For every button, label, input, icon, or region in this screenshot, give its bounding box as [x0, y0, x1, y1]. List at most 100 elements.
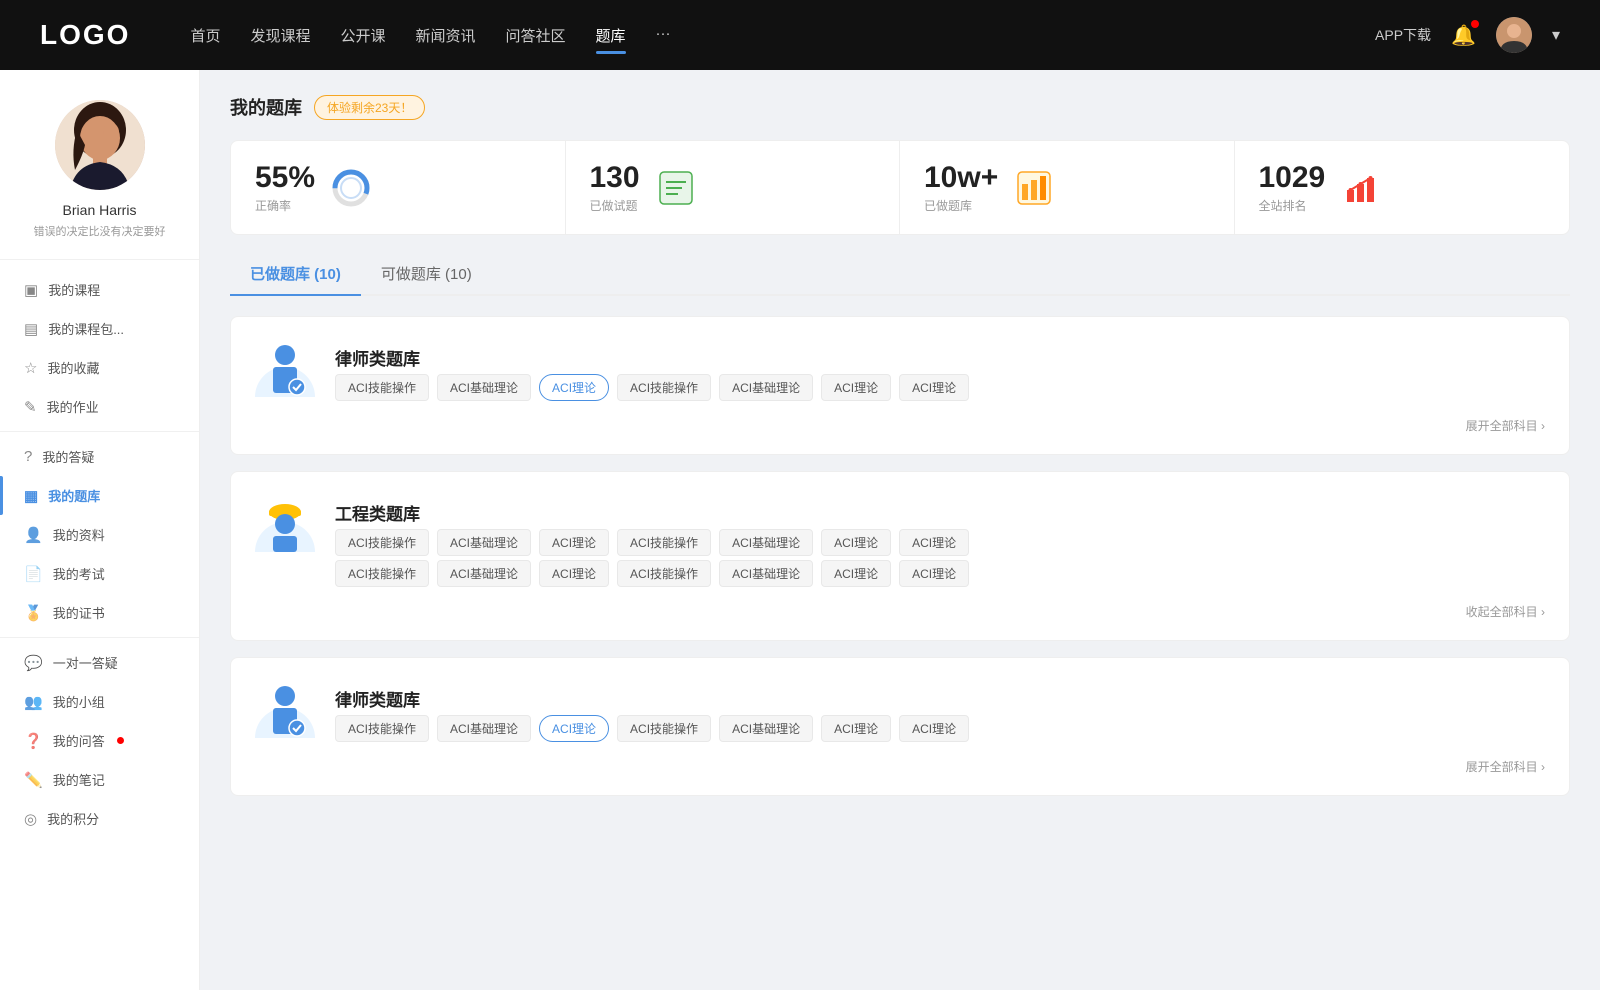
qbank-tags-1: ACI技能操作 ACI基础理论 ACI理论 ACI技能操作 ACI基础理论 AC…	[335, 374, 969, 401]
sidebar-item-my-notes[interactable]: ✏️ 我的笔记	[0, 760, 199, 799]
tag-2-r2-3[interactable]: ACI技能操作	[617, 560, 711, 587]
stat-accuracy-label: 正确率	[255, 197, 315, 214]
sidebar-item-my-group[interactable]: 👥 我的小组	[0, 682, 199, 721]
tag-2-r2-1[interactable]: ACI基础理论	[437, 560, 531, 587]
nav-right: APP下载 🔔 ▾	[1375, 17, 1560, 53]
rank-chart-icon	[1341, 168, 1381, 208]
tag-3-6[interactable]: ACI理论	[899, 715, 969, 742]
sidebar-item-my-questions[interactable]: ❓ 我的问答	[0, 721, 199, 760]
nav-news[interactable]: 新闻资讯	[416, 25, 476, 46]
sidebar-item-my-exam[interactable]: 📄 我的考试	[0, 554, 199, 593]
tag-2-r2-5[interactable]: ACI理论	[821, 560, 891, 587]
qbank-tags-2-row1: ACI技能操作 ACI基础理论 ACI理论 ACI技能操作 ACI基础理论 AC…	[335, 529, 969, 556]
page-title: 我的题库	[230, 94, 302, 120]
sidebar-item-my-points[interactable]: ◎ 我的积分	[0, 799, 199, 838]
nav-more[interactable]: ···	[656, 25, 671, 46]
tag-3-3[interactable]: ACI技能操作	[617, 715, 711, 742]
tag-2-4[interactable]: ACI基础理论	[719, 529, 813, 556]
sidebar-item-homework[interactable]: ✎ 我的作业	[0, 387, 199, 426]
course-pack-icon: ▤	[24, 320, 38, 338]
sidebar-label-my-qa: 我的答疑	[42, 447, 94, 466]
tab-done-banks[interactable]: 已做题库 (10)	[230, 255, 361, 294]
questions-icon: ❓	[24, 732, 43, 750]
tag-2-r2-2[interactable]: ACI理论	[539, 560, 609, 587]
nav-open-course[interactable]: 公开课	[340, 25, 385, 46]
expand-link-1[interactable]: 展开全部科目 ›	[255, 417, 1545, 434]
logo[interactable]: LOGO	[40, 19, 130, 51]
nav-qa[interactable]: 问答社区	[506, 25, 566, 46]
profile-name: Brian Harris	[63, 202, 137, 218]
lawyer-icon-1	[255, 337, 315, 397]
qbank-info-1: 律师类题库 ACI技能操作 ACI基础理论 ACI理论 ACI技能操作 ACI基…	[335, 337, 969, 401]
tag-1-0[interactable]: ACI技能操作	[335, 374, 429, 401]
user-menu-chevron-icon[interactable]: ▾	[1552, 25, 1560, 45]
sidebar: Brian Harris 错误的决定比没有决定要好 ▣ 我的课程 ▤ 我的课程包…	[0, 70, 200, 990]
profile-motto: 错误的决定比没有决定要好	[34, 223, 166, 239]
questions-red-dot	[117, 737, 124, 744]
stat-done-questions: 130 已做试题	[566, 141, 901, 234]
tag-2-r2-0[interactable]: ACI技能操作	[335, 560, 429, 587]
tag-2-6[interactable]: ACI理论	[899, 529, 969, 556]
tag-2-r2-4[interactable]: ACI基础理论	[719, 560, 813, 587]
sidebar-item-my-qa[interactable]: ? 我的答疑	[0, 437, 199, 476]
notification-bell-icon[interactable]: 🔔	[1451, 23, 1476, 48]
stat-accuracy: 55% 正确率	[231, 141, 566, 234]
tabs-row: 已做题库 (10) 可做题库 (10)	[230, 255, 1570, 296]
page-header: 我的题库 体验剩余23天！	[230, 94, 1570, 120]
qbank-header-1: 律师类题库 ACI技能操作 ACI基础理论 ACI理论 ACI技能操作 ACI基…	[255, 337, 1545, 401]
tag-3-5[interactable]: ACI理论	[821, 715, 891, 742]
sidebar-item-my-course[interactable]: ▣ 我的课程	[0, 270, 199, 309]
sidebar-label-my-exam: 我的考试	[53, 564, 105, 583]
tag-1-4[interactable]: ACI基础理论	[719, 374, 813, 401]
qbank-name-1: 律师类题库	[335, 345, 969, 370]
main-content: 我的题库 体验剩余23天！ 55% 正确率	[200, 70, 1600, 990]
sidebar-item-one-on-one[interactable]: 💬 一对一答疑	[0, 643, 199, 682]
nav-question-bank[interactable]: 题库	[596, 25, 626, 46]
sidebar-item-favorites[interactable]: ☆ 我的收藏	[0, 348, 199, 387]
qbank-card-engineer: 工程类题库 ACI技能操作 ACI基础理论 ACI理论 ACI技能操作 ACI基…	[230, 471, 1570, 641]
sidebar-item-my-question-bank[interactable]: ▦ 我的题库	[0, 476, 199, 515]
tag-3-0[interactable]: ACI技能操作	[335, 715, 429, 742]
avatar[interactable]	[1496, 17, 1532, 53]
tag-3-1[interactable]: ACI基础理论	[437, 715, 531, 742]
stat-accuracy-info: 55% 正确率	[255, 161, 315, 214]
expand-link-3[interactable]: 展开全部科目 ›	[255, 758, 1545, 775]
tag-2-r2-6[interactable]: ACI理论	[899, 560, 969, 587]
sidebar-label-course-pack: 我的课程包...	[48, 319, 124, 338]
nav-home[interactable]: 首页	[190, 25, 220, 46]
tag-2-2[interactable]: ACI理论	[539, 529, 609, 556]
tag-2-5[interactable]: ACI理论	[821, 529, 891, 556]
sidebar-label-my-questions: 我的问答	[53, 731, 105, 750]
certificate-icon: 🏅	[24, 604, 43, 622]
sidebar-item-my-profile[interactable]: 👤 我的资料	[0, 515, 199, 554]
nav-discover[interactable]: 发现课程	[250, 25, 310, 46]
tag-1-6[interactable]: ACI理论	[899, 374, 969, 401]
tab-todo-banks[interactable]: 可做题库 (10)	[361, 255, 492, 294]
profile-icon: 👤	[24, 526, 43, 544]
qa-icon: ?	[24, 448, 32, 465]
sidebar-item-course-pack[interactable]: ▤ 我的课程包...	[0, 309, 199, 348]
sidebar-item-my-certificate[interactable]: 🏅 我的证书	[0, 593, 199, 632]
sidebar-label-my-course: 我的课程	[48, 280, 100, 299]
tag-1-2[interactable]: ACI理论	[539, 374, 609, 401]
sidebar-label-my-notes: 我的笔记	[53, 770, 105, 789]
engineer-icon	[255, 492, 315, 552]
tag-3-2[interactable]: ACI理论	[539, 715, 609, 742]
tag-2-0[interactable]: ACI技能操作	[335, 529, 429, 556]
qbank-header-3: 律师类题库 ACI技能操作 ACI基础理论 ACI理论 ACI技能操作 ACI基…	[255, 678, 1545, 742]
sidebar-label-my-points: 我的积分	[47, 809, 99, 828]
exam-icon: 📄	[24, 565, 43, 583]
lawyer-icon-2	[255, 678, 315, 738]
tag-1-5[interactable]: ACI理论	[821, 374, 891, 401]
tag-1-1[interactable]: ACI基础理论	[437, 374, 531, 401]
tag-3-4[interactable]: ACI基础理论	[719, 715, 813, 742]
app-download-link[interactable]: APP下载	[1375, 25, 1431, 45]
tag-2-3[interactable]: ACI技能操作	[617, 529, 711, 556]
tag-1-3[interactable]: ACI技能操作	[617, 374, 711, 401]
sidebar-divider-2	[0, 637, 199, 638]
group-icon: 👥	[24, 693, 43, 711]
collapse-link-2[interactable]: 收起全部科目 ›	[255, 603, 1545, 620]
points-icon: ◎	[24, 810, 37, 828]
tag-2-1[interactable]: ACI基础理论	[437, 529, 531, 556]
trial-badge: 体验剩余23天！	[314, 95, 425, 120]
